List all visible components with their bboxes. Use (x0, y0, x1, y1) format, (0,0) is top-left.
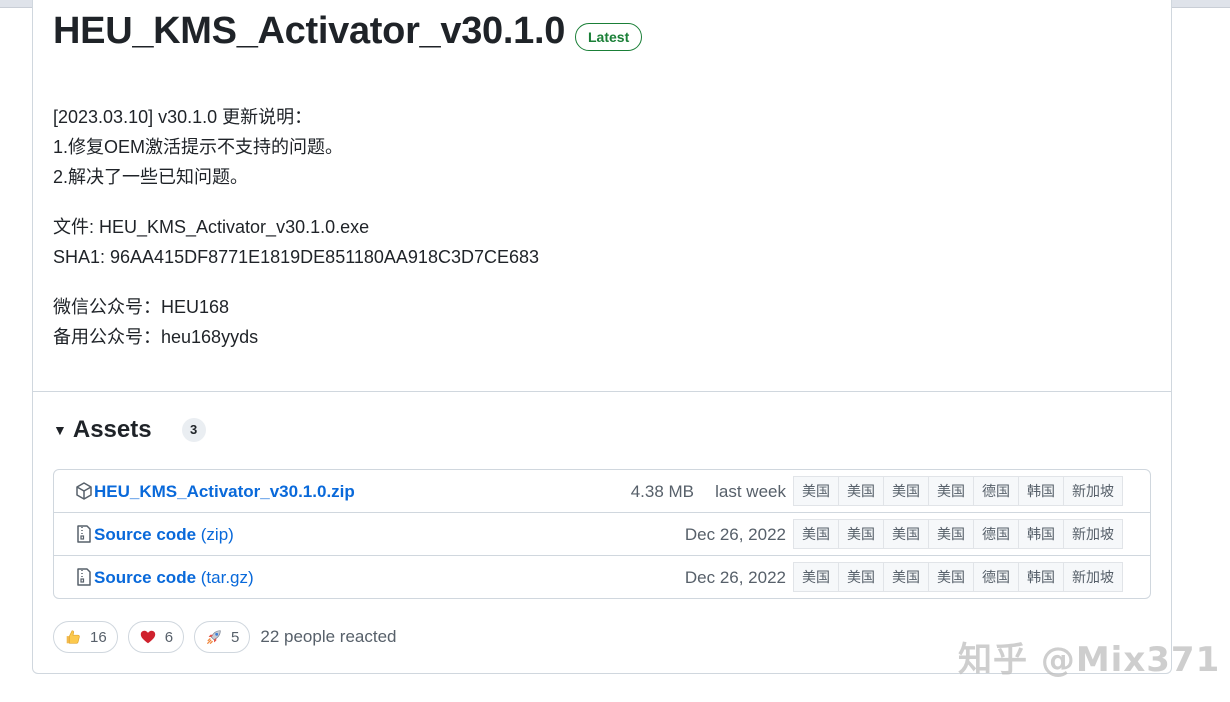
notes-line: 备用公众号：heu168yyds (53, 327, 259, 347)
notes-line: 2.解决了一些已知问题。 (53, 167, 249, 187)
mirror-link[interactable]: 美国 (883, 476, 929, 506)
reaction-count: 16 (90, 628, 107, 646)
reaction-count: 5 (231, 628, 240, 646)
divider (33, 391, 1171, 392)
mirror-links: 美国 美国 美国 美国 德国 韩国 新加坡 (793, 476, 1123, 506)
mirror-link[interactable]: 美国 (838, 519, 884, 549)
thumbs-up-icon (66, 630, 80, 644)
mirror-link[interactable]: 美国 (883, 562, 929, 592)
release-notes: [2023.03.10] v30.1.0 更新说明： 1.修复OEM激活提示不支… (53, 102, 539, 372)
notes-paragraph: 文件: HEU_KMS_Activator_v30.1.0.exe SHA1: … (53, 212, 539, 272)
reaction-heart-button[interactable]: 6 (127, 621, 185, 653)
reaction-summary: 22 people reacted (260, 627, 397, 646)
asset-name: Source code (94, 525, 197, 544)
watermark-text: 知乎 @Mix371 (958, 640, 1221, 680)
notes-line: 微信公众号：HEU168 (53, 297, 230, 317)
assets-list: HEU_KMS_Activator_v30.1.0.zip 4.38 MB la… (53, 469, 1151, 599)
file-zip-icon (77, 568, 91, 586)
mirror-link[interactable]: 韩国 (1018, 519, 1064, 549)
asset-date: Dec 26, 2022 (684, 525, 786, 544)
mirror-link[interactable]: 新加坡 (1063, 562, 1123, 592)
mirror-link[interactable]: 韩国 (1018, 476, 1064, 506)
mirror-link[interactable]: 美国 (838, 562, 884, 592)
asset-row: Source code (zip) Dec 26, 2022 美国 美国 美国 … (54, 513, 1150, 556)
notes-line: 1.修复OEM激活提示不支持的问题。 (53, 137, 344, 157)
mirror-link[interactable]: 德国 (973, 519, 1019, 549)
release-card: HEU_KMS_Activator_v30.1.0 Latest [2023.0… (32, 0, 1172, 674)
mirror-link[interactable]: 美国 (838, 476, 884, 506)
file-zip-icon (77, 525, 91, 543)
mirror-links: 美国 美国 美国 美国 德国 韩国 新加坡 (793, 562, 1123, 592)
notes-paragraph: 微信公众号：HEU168 备用公众号：heu168yyds (53, 292, 539, 352)
mirror-link[interactable]: 美国 (793, 519, 839, 549)
reactions-bar: 16 6 5 22 people reacted (53, 621, 396, 653)
notes-paragraph: [2023.03.10] v30.1.0 更新说明： 1.修复OEM激活提示不支… (53, 102, 539, 192)
asset-link[interactable]: Source code (zip) (94, 513, 234, 556)
mirror-link[interactable]: 韩国 (1018, 562, 1064, 592)
mirror-link[interactable]: 德国 (973, 562, 1019, 592)
mirror-link[interactable]: 新加坡 (1063, 519, 1123, 549)
mirror-link[interactable]: 美国 (928, 476, 974, 506)
assets-count-badge: 3 (181, 418, 206, 442)
asset-name: Source code (94, 568, 197, 587)
asset-row: HEU_KMS_Activator_v30.1.0.zip 4.38 MB la… (54, 470, 1150, 513)
mirror-link[interactable]: 德国 (973, 476, 1019, 506)
release-title[interactable]: HEU_KMS_Activator_v30.1.0 (53, 10, 565, 53)
mirror-link[interactable]: 美国 (883, 519, 929, 549)
asset-date: last week (715, 482, 786, 501)
heart-icon (140, 630, 155, 644)
mirror-link[interactable]: 美国 (928, 519, 974, 549)
mirror-links: 美国 美国 美国 美国 德国 韩国 新加坡 (793, 519, 1123, 549)
asset-date: Dec 26, 2022 (684, 568, 786, 587)
latest-badge: Latest (575, 23, 643, 51)
asset-link[interactable]: Source code (tar.gz) (94, 556, 254, 598)
notes-line: SHA1: 96AA415DF8771E1819DE851180AA918C3D… (53, 247, 540, 267)
asset-format: (zip) (196, 525, 234, 544)
mirror-link[interactable]: 美国 (793, 476, 839, 506)
notes-line: [2023.03.10] v30.1.0 更新说明： (53, 107, 313, 127)
assets-toggle[interactable]: ▼ Assets 3 (53, 416, 206, 444)
mirror-link[interactable]: 新加坡 (1063, 476, 1123, 506)
package-icon (76, 482, 92, 500)
asset-format: (tar.gz) (196, 568, 254, 587)
notes-line: 文件: HEU_KMS_Activator_v30.1.0.exe (53, 217, 370, 237)
mirror-link[interactable]: 美国 (793, 562, 839, 592)
reaction-count: 6 (164, 628, 174, 646)
mirror-link[interactable]: 美国 (928, 562, 974, 592)
assets-label: Assets (72, 416, 152, 443)
reaction-thumbs-up-button[interactable]: 16 (53, 621, 118, 653)
reaction-rocket-button[interactable]: 5 (194, 621, 251, 653)
rocket-icon (207, 630, 221, 644)
asset-row: Source code (tar.gz) Dec 26, 2022 美国 美国 … (54, 556, 1150, 598)
asset-size: 4.38 MB (630, 482, 694, 501)
asset-name: HEU_KMS_Activator_v30.1.0.zip (94, 482, 355, 501)
asset-link[interactable]: HEU_KMS_Activator_v30.1.0.zip (94, 470, 355, 513)
triangle-down-icon: ▼ (53, 422, 67, 438)
